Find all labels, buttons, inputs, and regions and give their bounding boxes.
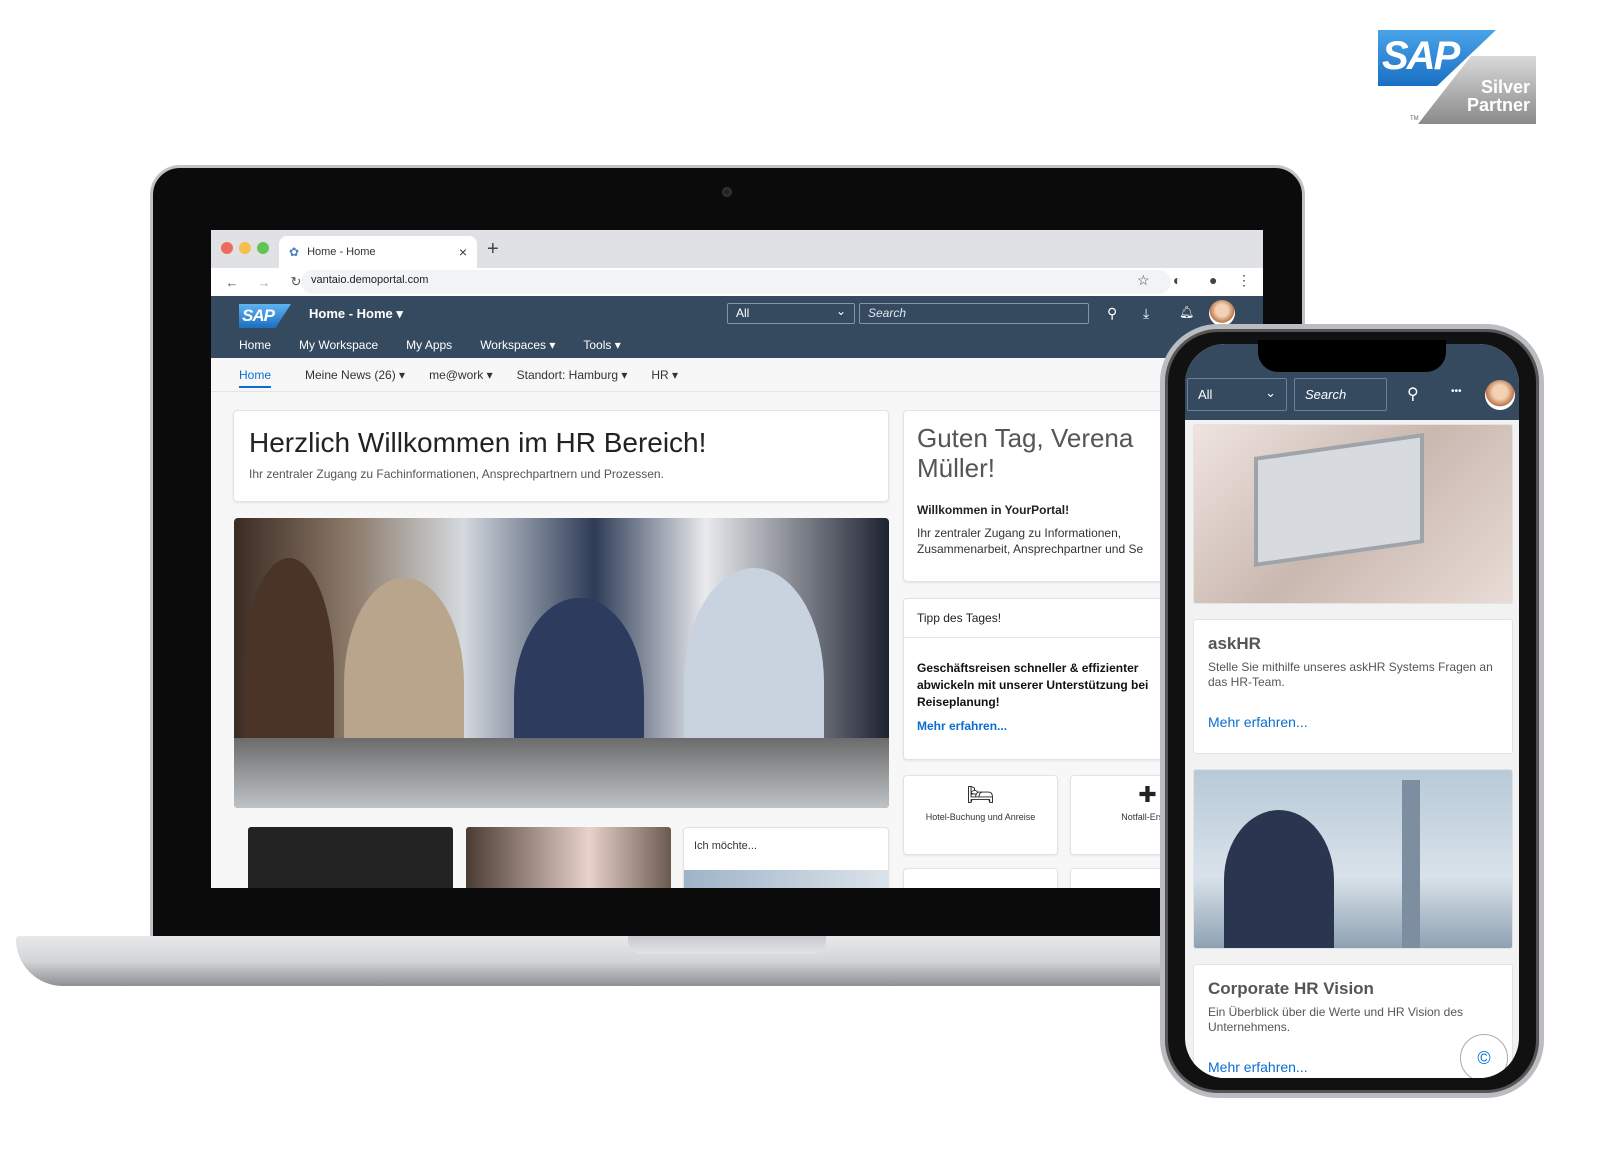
url-input[interactable]: vantaio.demoportal.com — [301, 270, 1171, 294]
city-binoculars-image — [1193, 769, 1513, 949]
phone-user-avatar[interactable] — [1485, 380, 1515, 410]
forward-icon[interactable]: → — [253, 275, 275, 290]
phone-screen: All ⌄ Search ⚲ ••• askHR Stelle Sie mithi… — [1185, 344, 1519, 1078]
sub-navigation: Home Meine News (26) ▾ me@work ▾ Standor… — [211, 358, 1263, 392]
askhr-title: askHR — [1208, 634, 1261, 653]
tip-body: Geschäftsreisen schneller & effizienter … — [917, 661, 1149, 709]
ich-moechte-card[interactable]: Ich möchte... — [683, 827, 889, 888]
laptop-camera — [722, 187, 732, 197]
team-meeting-image — [234, 518, 889, 808]
hr-vision-title: Corporate HR Vision — [1208, 979, 1374, 998]
meeting-table — [234, 738, 889, 808]
notification-bell-icon[interactable]: 🔔︎ — [1179, 305, 1194, 319]
profile-icon[interactable]: ● — [1209, 272, 1217, 288]
welcome-title: Herzlich Willkommen im HR Bereich! — [249, 427, 707, 458]
shell-menu: Home My Workspace My Apps Workspaces ▾ T… — [211, 338, 621, 352]
browser-tab[interactable]: ✿ Home - Home × — [279, 236, 477, 268]
chevron-down-icon: ⌄ — [835, 304, 846, 318]
extension-icon[interactable]: ◐ — [1173, 272, 1181, 288]
tile-hotel-booking[interactable]: 🛏︎ Hotel-Buchung und Anreise — [903, 775, 1058, 855]
badge-sap-logo: SAP — [1382, 34, 1460, 78]
subnav-standort[interactable]: Standort: Hamburg ▾ — [517, 368, 628, 382]
search-scope-select[interactable]: All ⌄ — [727, 303, 855, 324]
greeting-title: Guten Tag, Verena Müller! — [917, 423, 1134, 483]
askhr-text: Stelle Sie mithilfe unseres askHR System… — [1208, 660, 1493, 689]
badge-tm: TM — [1410, 116, 1419, 122]
shell-title-menu[interactable]: Home - Home ▾ — [309, 306, 403, 322]
new-tab-button[interactable]: + — [487, 238, 499, 261]
welcome-subtitle: Ihr zentraler Zugang zu Fachinformatione… — [249, 467, 664, 481]
browser-tab-bar: ✿ Home - Home × + — [211, 230, 1263, 268]
subnav-home[interactable]: Home — [239, 362, 272, 388]
close-tab-icon[interactable]: × — [459, 244, 467, 260]
skyscraper — [1402, 780, 1420, 948]
tile-label: Hotel-Buchung und Anreise — [925, 812, 1036, 822]
menu-my-workspace[interactable]: My Workspace — [299, 338, 378, 352]
back-icon[interactable]: ← — [221, 275, 243, 290]
laptop-typing-image — [1193, 424, 1513, 604]
bookmark-star-icon[interactable]: ☆ — [1137, 272, 1150, 289]
phone-search-input[interactable]: Search — [1294, 378, 1387, 411]
browser-menu-icon[interactable]: ⋮ — [1237, 272, 1251, 289]
subnav-me-at-work[interactable]: me@work ▾ — [429, 368, 493, 382]
menu-home[interactable]: Home — [239, 338, 271, 352]
search-icon[interactable]: ⚲ — [1107, 305, 1117, 322]
subnav-hr[interactable]: HR ▾ — [651, 368, 678, 382]
ich-moechte-label: Ich möchte... — [694, 840, 757, 852]
menu-tools[interactable]: Tools ▾ — [583, 338, 620, 352]
sap-silver-partner-badge: SAP Silver Partner TM — [1378, 30, 1536, 125]
laptop-opening-notch — [628, 936, 826, 954]
badge-partner-text: Silver Partner — [1467, 78, 1530, 114]
sap-shell-bar: SAP Home - Home ▾ All ⌄ Search ⚲ ⤓ 🔔︎ Hom… — [211, 296, 1263, 358]
subnav-meine-news[interactable]: Meine News (26) ▾ — [305, 368, 405, 382]
process-diagram-thumbnail[interactable] — [248, 827, 453, 888]
download-icon[interactable]: ⤓ — [1143, 305, 1149, 322]
tile-placeholder[interactable] — [903, 868, 1058, 888]
askhr-card: askHR Stelle Sie mithilfe unseres askHR … — [1193, 619, 1513, 754]
favicon-icon: ✿ — [289, 245, 300, 259]
askhr-more-link[interactable]: Mehr erfahren... — [1208, 714, 1512, 730]
sap-logo[interactable]: SAP — [239, 304, 291, 328]
assistant-fab-button[interactable]: © — [1460, 1034, 1508, 1078]
laptop-screen: ✿ Home - Home × + ← → ↻ vantaio.demoport… — [211, 230, 1263, 888]
window-maximize-dot[interactable] — [257, 242, 269, 254]
more-options-icon[interactable]: ••• — [1451, 386, 1462, 397]
phone-scope-value: All — [1198, 387, 1213, 402]
tab-title: Home - Home — [307, 246, 376, 258]
menu-workspaces[interactable]: Workspaces ▾ — [480, 338, 555, 352]
phone-notch — [1258, 340, 1446, 372]
person-silhouette — [1224, 810, 1334, 948]
user-avatar[interactable] — [1209, 300, 1235, 326]
chevron-down-icon: ⌄ — [1265, 385, 1276, 400]
greeting-text: Ihr zentraler Zugang zu Informationen, Z… — [917, 526, 1144, 556]
search-input[interactable]: Search — [859, 303, 1089, 324]
hr-vision-text: Ein Überblick über die Werte und HR Visi… — [1208, 1005, 1464, 1034]
laptop-in-image — [1254, 433, 1424, 567]
window-minimize-dot[interactable] — [239, 242, 251, 254]
address-bar-row: ← → ↻ vantaio.demoportal.com ☆ ◐ ● ⋮ — [211, 268, 1263, 296]
phone-search-icon[interactable]: ⚲ — [1407, 384, 1419, 404]
scope-value: All — [736, 306, 750, 320]
phone-scope-select[interactable]: All ⌄ — [1187, 378, 1287, 411]
window-close-dot[interactable] — [221, 242, 233, 254]
ich-moechte-image — [684, 870, 888, 888]
badge-line2: Partner — [1466, 95, 1530, 115]
piggy-bank-thumbnail[interactable] — [466, 827, 671, 888]
menu-my-apps[interactable]: My Apps — [406, 338, 452, 352]
badge-line1: Silver — [1480, 77, 1530, 97]
bed-icon: 🛏︎ — [966, 782, 995, 807]
welcome-card: Herzlich Willkommen im HR Bereich! Ihr z… — [233, 410, 889, 502]
